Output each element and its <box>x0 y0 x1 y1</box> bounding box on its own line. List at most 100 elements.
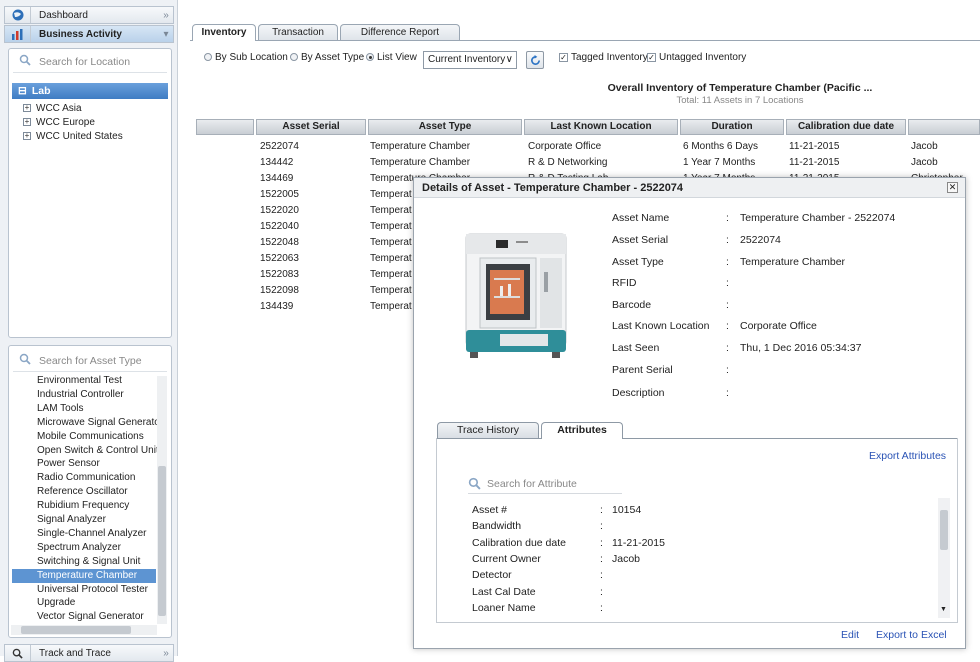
tree-item-wcc-europe[interactable]: + WCC Europe <box>23 115 95 129</box>
refresh-button[interactable] <box>526 51 544 69</box>
asset-type-item[interactable]: Microwave Signal Generator <box>37 416 163 430</box>
attribute-search[interactable]: Search for Attribute <box>468 474 622 494</box>
table-row[interactable]: 2522074 Temperature Chamber Corporate Offi… <box>190 139 980 155</box>
asset-type-item[interactable]: Power Sensor <box>37 457 100 471</box>
tree-item-label: WCC Europe <box>36 116 95 128</box>
left-navigation: Dashboard » Business Activity ▾ Search f… <box>0 0 178 662</box>
summary-title: Overall Inventory of Temperature Chamber… <box>607 82 873 94</box>
nav-track-and-trace[interactable]: Track and Trace » <box>4 644 174 662</box>
radio-by-sub-location[interactable]: By Sub Location <box>204 52 288 63</box>
refresh-icon <box>531 55 540 65</box>
field-label: RFID <box>612 277 637 289</box>
scrollbar-thumb[interactable] <box>940 510 948 550</box>
radio-label: By Sub Location <box>215 52 288 63</box>
asset-type-item[interactable]: Rubidium Frequency <box>37 499 129 513</box>
nav-business-activity[interactable]: Business Activity ▾ <box>4 25 174 43</box>
attribute-label: Calibration due date <box>472 536 566 549</box>
radio-label: By Asset Type <box>301 52 365 63</box>
expand-icon[interactable]: + <box>23 118 31 126</box>
attribute-label: Asset # <box>472 504 508 516</box>
column-header-owner[interactable] <box>908 119 980 135</box>
export-attributes-link[interactable]: Export Attributes <box>869 450 946 462</box>
tree-item-wcc-us[interactable]: + WCC United States <box>23 129 123 143</box>
field-label: Barcode <box>612 299 652 311</box>
field-colon: : <box>726 299 729 311</box>
checkbox-icon[interactable]: ✓ <box>647 52 656 62</box>
vertical-scrollbar[interactable] <box>157 376 167 624</box>
export-excel-link[interactable]: Export to Excel <box>876 629 947 641</box>
bar-chart-icon <box>5 26 31 42</box>
column-header-asset-type[interactable]: Asset Type <box>368 119 522 135</box>
search-icon <box>468 477 481 490</box>
tree-item-wcc-asia[interactable]: + WCC Asia <box>23 101 82 115</box>
tab-transaction[interactable]: Transaction <box>258 24 338 40</box>
column-header-asset-serial[interactable]: Asset Serial <box>256 119 366 135</box>
expand-icon[interactable]: + <box>23 104 31 112</box>
asset-type-item[interactable]: Mobile Communications <box>37 430 144 444</box>
checkbox-untagged[interactable]: ✓ Untagged Inventory <box>647 52 746 63</box>
radio-icon[interactable] <box>366 53 374 62</box>
asset-type-item[interactable]: Signal Analyzer <box>37 513 106 527</box>
collapse-icon[interactable]: ⊟ <box>18 85 27 97</box>
column-header-calibration-due-date[interactable]: Calibration due date <box>786 119 906 135</box>
asset-type-item[interactable]: Industrial Controller <box>37 388 124 402</box>
table-cell: 1522063 <box>260 253 299 264</box>
asset-type-search[interactable]: Search for Asset Type <box>13 350 167 372</box>
radio-list-view[interactable]: List View <box>366 52 417 63</box>
radio-label: List View <box>377 52 417 63</box>
location-panel: Search for Location ⊟ Lab + WCC Asia + WCC… <box>8 48 172 338</box>
field-value: 2522074 <box>740 234 781 246</box>
radio-icon[interactable] <box>290 53 298 62</box>
tab-inventory[interactable]: Inventory <box>192 24 256 41</box>
attribute-search-input[interactable]: Search for Attribute <box>487 478 577 490</box>
column-header-blank <box>196 119 254 135</box>
inventory-select[interactable]: Current Inventory ∨ <box>423 51 517 69</box>
table-cell: 11-21-2015 <box>789 141 840 152</box>
close-icon[interactable]: ✕ <box>947 182 958 193</box>
column-header-duration[interactable]: Duration <box>680 119 784 135</box>
asset-type-item[interactable]: Single-Channel Analyzer <box>37 527 147 541</box>
attribute-scrollbar[interactable]: ▼ <box>938 498 950 618</box>
asset-type-item[interactable]: Environmental Test <box>37 374 122 388</box>
asset-type-item[interactable]: Vector Signal Generator <box>37 610 144 624</box>
attribute-colon: : <box>600 569 603 582</box>
tree-root-lab[interactable]: ⊟ Lab <box>12 83 168 99</box>
horizontal-scrollbar[interactable] <box>11 625 157 635</box>
asset-type-item[interactable]: LAM Tools <box>37 402 84 416</box>
asset-type-item[interactable]: Temperature Chamber <box>12 568 156 583</box>
column-header-last-known-location[interactable]: Last Known Location <box>524 119 678 135</box>
asset-type-item[interactable]: Universal Protocol Tester <box>37 583 148 597</box>
field-value: Corporate Office <box>740 320 817 332</box>
checkbox-tagged[interactable]: ✓ Tagged Inventory <box>559 52 648 63</box>
radio-by-asset-type[interactable]: By Asset Type <box>290 52 364 63</box>
field-colon: : <box>726 320 729 332</box>
scroll-down-icon[interactable]: ▼ <box>940 606 947 613</box>
scrollbar-thumb[interactable] <box>158 466 166 616</box>
nav-business-activity-label: Business Activity <box>39 28 122 40</box>
table-cell: Corporate Office <box>528 141 602 152</box>
asset-type-item[interactable]: Spectrum Analyzer <box>37 541 121 555</box>
tab-attributes[interactable]: Attributes <box>541 422 623 439</box>
attribute-label: Detector <box>472 569 512 582</box>
tab-difference-report[interactable]: Difference Report <box>340 24 460 40</box>
asset-type-search-input[interactable]: Search for Asset Type <box>39 355 142 367</box>
expand-icon[interactable]: + <box>23 132 31 140</box>
attribute-colon: : <box>600 552 603 565</box>
asset-type-item[interactable]: Radio Communication <box>37 471 135 485</box>
asset-type-item[interactable]: Reference Oscillator <box>37 485 128 499</box>
edit-link[interactable]: Edit <box>841 629 859 641</box>
asset-type-item[interactable]: Open Switch & Control Unit <box>37 444 159 458</box>
radio-icon[interactable] <box>204 53 212 62</box>
hscroll-thumb[interactable] <box>21 626 131 634</box>
location-search[interactable]: Search for Location <box>13 51 167 73</box>
table-row[interactable]: 134442 Temperature Chamber R & D Networkin… <box>190 155 980 171</box>
asset-type-item[interactable]: Switching & Signal Unit <box>37 555 140 569</box>
attribute-colon: : <box>600 601 603 614</box>
location-search-input[interactable]: Search for Location <box>39 56 130 68</box>
field-value: Temperature Chamber <box>740 256 846 268</box>
asset-type-item[interactable]: Upgrade <box>37 596 75 610</box>
nav-dashboard[interactable]: Dashboard » <box>4 6 174 24</box>
chevron-right-icon: » <box>163 647 169 659</box>
checkbox-icon[interactable]: ✓ <box>559 52 568 62</box>
tab-trace-history[interactable]: Trace History <box>437 422 539 438</box>
